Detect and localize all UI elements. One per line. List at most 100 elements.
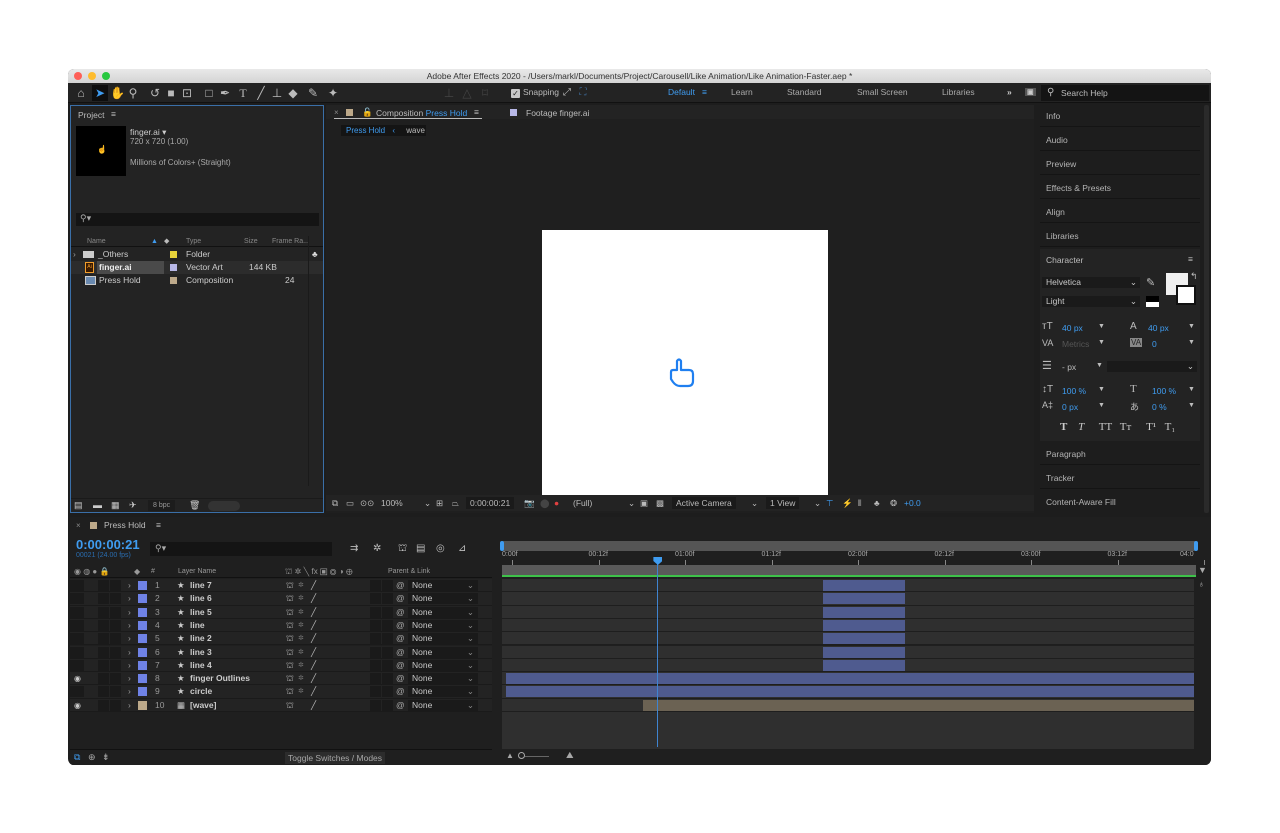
puppet-pin-tool-icon[interactable]: ✦ [326, 85, 340, 101]
collapse-switch-icon[interactable]: ✲ [298, 685, 304, 698]
timeline-tab[interactable]: Press Hold [104, 520, 146, 530]
horizontal-scale-value[interactable]: 100 % [1152, 386, 1176, 396]
video-switch[interactable] [70, 633, 84, 645]
quality-switch-icon[interactable]: ╱ [311, 619, 316, 632]
parent-select[interactable]: None ⌄ [408, 673, 478, 685]
brush-tool-icon[interactable]: ╱ [254, 85, 268, 101]
channel-icon[interactable]: ● [554, 495, 559, 511]
chevron-down-icon[interactable]: ⌄ [814, 495, 821, 511]
collapse-switch-icon[interactable]: ✲ [298, 672, 304, 685]
eyedropper-icon[interactable]: ✎ [1146, 276, 1155, 289]
column-type[interactable]: Type [186, 236, 201, 247]
blend-switch[interactable] [370, 593, 381, 605]
shy-switch-icon[interactable]: ⛫ [286, 592, 294, 605]
current-time-indicator[interactable] [653, 557, 663, 747]
zoom-slider-track[interactable] [525, 756, 549, 757]
vertical-scale-value[interactable]: 100 % [1062, 386, 1086, 396]
label-swatch[interactable] [170, 251, 177, 258]
solo-switch[interactable] [98, 659, 109, 671]
pick-whip-icon[interactable]: @ [396, 619, 405, 632]
adjustment-switch[interactable] [382, 646, 393, 658]
solo-switch[interactable] [98, 619, 109, 631]
expand-arrow-icon[interactable]: › [128, 592, 131, 605]
panel-effects-presets[interactable]: Effects & Presets [1040, 177, 1200, 199]
shy-switch-icon[interactable]: ⛫ [286, 606, 294, 619]
blend-switch[interactable] [370, 646, 381, 658]
layer-row[interactable]: › 3 ★ line 5 ⛫ ✲ ╱ @ None ⌄ [70, 605, 492, 619]
parent-select[interactable]: None ⌄ [408, 686, 478, 698]
layer-duration-bar[interactable] [822, 580, 906, 591]
collapse-switch-icon[interactable]: ✲ [298, 579, 304, 592]
tab-menu-icon[interactable]: ≡ [474, 107, 479, 117]
panel-libraries[interactable]: Libraries [1040, 225, 1200, 247]
layer-name[interactable]: line 6 [190, 592, 212, 605]
snapshot-icon[interactable]: 📷 [524, 495, 535, 511]
toggle-pixel-aspect-icon[interactable]: ⊤ [826, 495, 833, 511]
hand-tool-icon[interactable]: ✋ [110, 85, 125, 101]
panel-audio[interactable]: Audio [1040, 129, 1200, 151]
expand-arrow-icon[interactable]: › [128, 579, 131, 592]
layer-duration-bar[interactable] [822, 633, 906, 645]
breadcrumb-item[interactable]: Press Hold [346, 126, 385, 135]
lock-switch[interactable] [110, 646, 121, 658]
stroke-style-select[interactable]: ⌄ [1107, 361, 1197, 372]
faux-bold-button[interactable]: T [1060, 421, 1067, 433]
pen-tool-icon[interactable]: ✒ [218, 85, 232, 101]
pick-whip-icon[interactable]: @ [396, 659, 405, 672]
safe-margins-icon[interactable]: ⊞ [436, 495, 443, 511]
blend-switch[interactable] [370, 699, 381, 711]
expand-arrow-icon[interactable]: › [73, 248, 76, 261]
tsume-value[interactable]: 0 % [1152, 402, 1167, 412]
subscript-button[interactable]: T₁ [1165, 421, 1176, 433]
project-item-press-hold[interactable]: Press Hold Composition 24 [71, 274, 323, 287]
label-swatch[interactable] [170, 277, 177, 284]
label-color-swatch[interactable] [138, 581, 147, 590]
quality-switch-icon[interactable]: ╱ [311, 632, 316, 645]
resolution-select[interactable]: (Full) [573, 495, 592, 511]
comp-button-icon[interactable]: ♁ [1198, 579, 1205, 589]
roto-brush-tool-icon[interactable]: ✎ [306, 85, 320, 101]
shy-layers-icon[interactable]: ⛫ [398, 543, 407, 556]
timeline-icon[interactable]: ⫴ [858, 495, 862, 511]
layer-name[interactable]: line 5 [190, 606, 212, 619]
adjustment-switch[interactable] [382, 606, 393, 618]
video-switch[interactable] [70, 686, 84, 698]
video-switch[interactable] [70, 606, 84, 618]
interpret-footage-icon[interactable]: ▤ [74, 500, 83, 511]
time-navigator[interactable] [500, 541, 1198, 551]
close-window-button[interactable] [74, 72, 82, 80]
shy-switch-icon[interactable]: ⛫ [286, 685, 294, 698]
label-swatch[interactable] [170, 264, 177, 271]
baseline-shift-value[interactable]: 0 px [1062, 402, 1078, 412]
pick-whip-icon[interactable]: @ [396, 632, 405, 645]
expand-arrow-icon[interactable]: › [128, 619, 131, 632]
character-title[interactable]: Character [1046, 255, 1083, 265]
shy-switch-icon[interactable]: ⛫ [286, 579, 294, 592]
snap-edge-icon[interactable]: ⤢ [560, 85, 574, 101]
layer-name[interactable]: line 7 [190, 579, 212, 592]
eraser-tool-icon[interactable]: ◆ [286, 85, 300, 101]
expand-arrow-icon[interactable]: › [128, 672, 131, 685]
transparency-grid-icon[interactable]: ▩ [656, 495, 664, 511]
label-color-swatch[interactable] [138, 700, 147, 710]
blend-switch[interactable] [370, 580, 381, 591]
layer-name[interactable]: line 3 [190, 646, 212, 659]
trash-icon[interactable]: 🗑 [189, 500, 200, 511]
label-color-swatch[interactable] [138, 660, 147, 670]
small-caps-button[interactable]: Tт [1120, 421, 1132, 433]
label-color-swatch[interactable] [138, 620, 147, 630]
leading-value[interactable]: 40 px [1148, 323, 1169, 333]
camera-select[interactable]: Active Camera [672, 497, 736, 509]
layer-row[interactable]: ◉ › 10 ▦ [wave] ⛫ ╱ @ None ⌄ [70, 698, 492, 712]
tab-composition[interactable]: Composition Press Hold [376, 108, 467, 118]
in-out-pane-icon[interactable]: ⇟ [102, 752, 110, 763]
stroke-color-swatch[interactable] [1176, 285, 1196, 305]
view-layout-select[interactable]: 1 View [766, 497, 800, 509]
search-help-field[interactable]: ⚲ Search Help [1041, 85, 1209, 101]
exposure-value[interactable]: +0.0 [904, 495, 921, 511]
close-tab-icon[interactable]: × [334, 108, 339, 117]
parent-select[interactable]: None ⌄ [408, 580, 478, 591]
draft-3d-icon[interactable]: ✲ [373, 543, 381, 554]
chevron-down-icon[interactable]: ▼ [1096, 362, 1103, 369]
lock-switch[interactable] [110, 686, 121, 698]
